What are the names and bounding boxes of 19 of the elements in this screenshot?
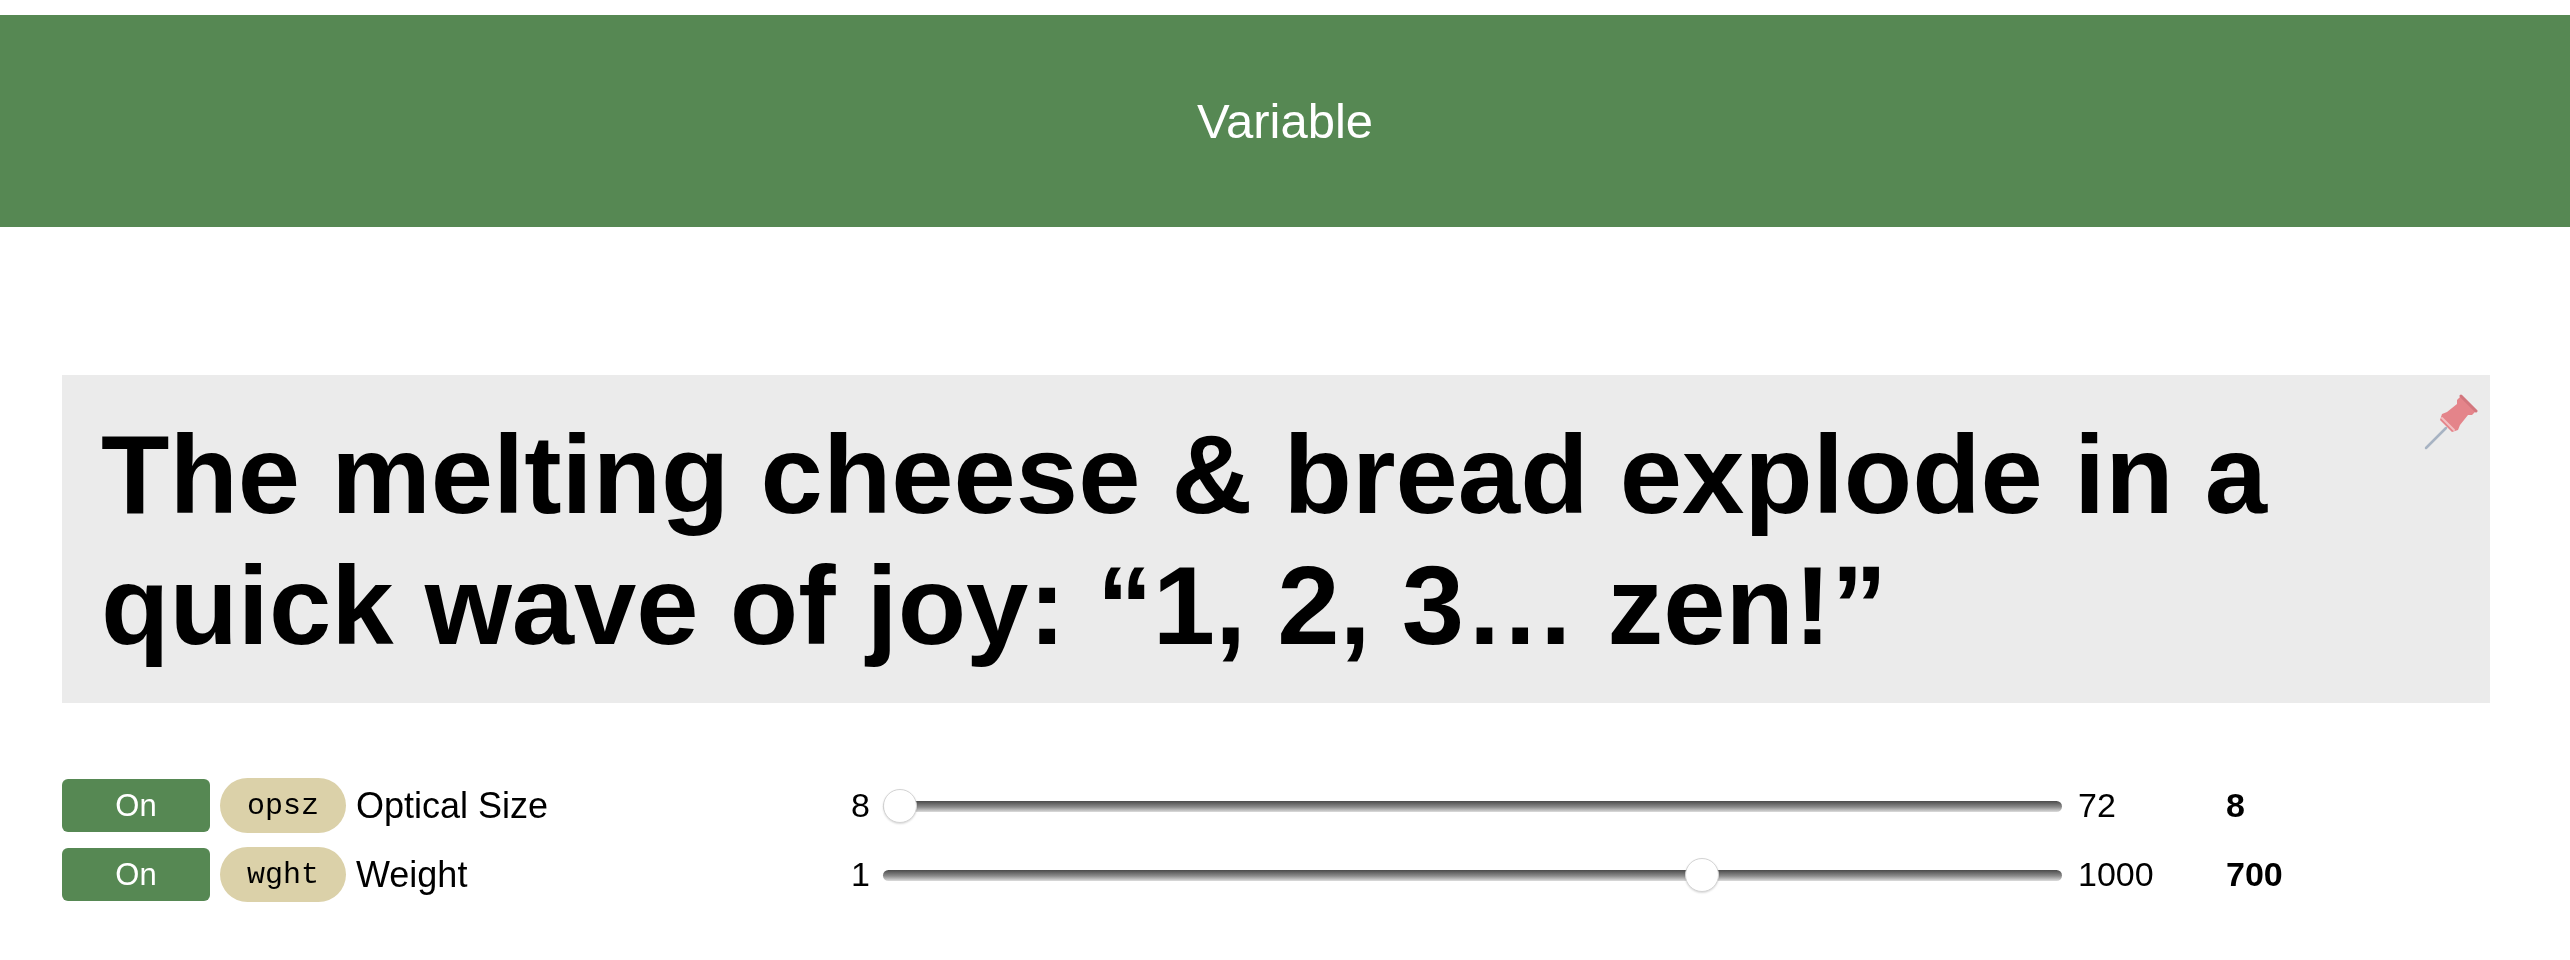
header-title: Variable (1196, 93, 1374, 149)
axis-min-value: 8 (851, 786, 870, 825)
axis-name: Optical Size (356, 784, 549, 827)
slider-track[interactable] (883, 857, 2062, 892)
slider-thumb[interactable] (1684, 857, 1719, 892)
axis-current-value: 8 (2226, 786, 2245, 825)
axis-min-value: 1 (851, 855, 870, 894)
toggle-button[interactable]: On (62, 848, 210, 901)
axis-name: Weight (356, 853, 468, 896)
pushpin-icon[interactable] (2422, 393, 2478, 451)
axis-max-value: 1000 (2077, 855, 2154, 894)
sample-text: The melting cheese & bread explode in a quick wave of joy: “1, 2, 3… zen!” (101, 411, 2269, 670)
axis-tag: opsz (220, 778, 346, 833)
toggle-button[interactable]: On (62, 779, 210, 832)
axis-max-value: 72 (2077, 786, 2116, 825)
slider-track[interactable] (883, 788, 2062, 823)
slider-thumb[interactable] (883, 788, 917, 823)
axis-current-value: 700 (2226, 855, 2283, 894)
axis-tag: wght (220, 847, 346, 902)
